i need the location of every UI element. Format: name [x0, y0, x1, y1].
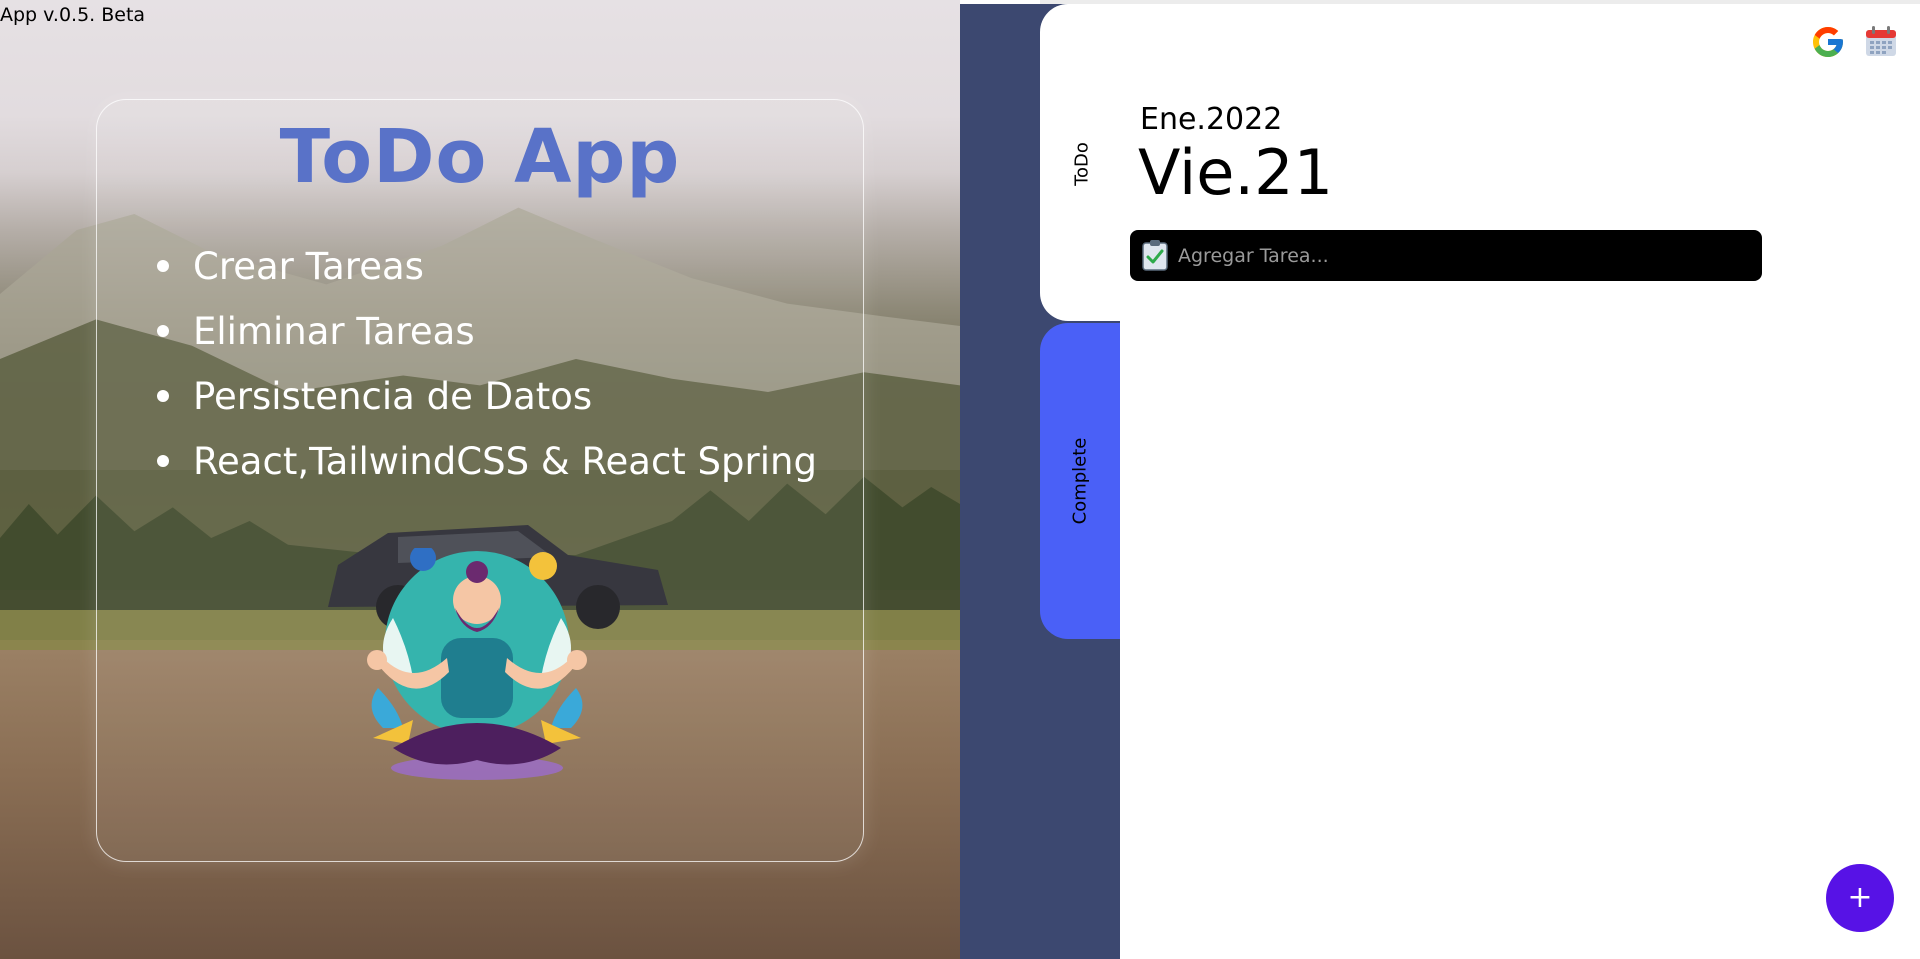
bullet-icon	[157, 325, 169, 337]
feature-list-item: Crear Tareas	[157, 234, 817, 299]
clipboard-check-icon	[1142, 240, 1168, 271]
feature-label: React,TailwindCSS & React Spring	[193, 440, 817, 483]
tab-complete-label: Complete	[1069, 437, 1091, 525]
hero-title: ToDo App	[279, 114, 681, 200]
bullet-icon	[157, 455, 169, 467]
feature-label: Crear Tareas	[193, 245, 424, 288]
hero-card: ToDo App Crear Tareas Eliminar Tareas Pe…	[96, 99, 864, 862]
add-task-button[interactable]: +	[1826, 864, 1894, 932]
feature-list-item: Eliminar Tareas	[157, 299, 817, 364]
feature-label: Eliminar Tareas	[193, 310, 475, 353]
bullet-icon	[157, 390, 169, 402]
date-month-year: Ene.2022	[1140, 102, 1283, 137]
feature-list-item: Persistencia de Datos	[157, 364, 817, 429]
feature-label: Persistencia de Datos	[193, 375, 593, 418]
task-input-bar	[1130, 230, 1762, 281]
bullet-icon	[157, 260, 169, 272]
app-version-label: App v.0.5. Beta	[0, 4, 146, 26]
tab-complete[interactable]: Complete	[1040, 323, 1120, 639]
google-icon[interactable]	[1810, 24, 1846, 60]
meditation-illustration	[367, 548, 587, 780]
feature-list: Crear Tareas Eliminar Tareas Persistenci…	[157, 234, 817, 494]
task-input[interactable]	[1178, 230, 1748, 281]
tab-todo[interactable]: ToDo	[1040, 4, 1123, 321]
tab-todo-label: ToDo	[1071, 142, 1092, 186]
feature-list-item: React,TailwindCSS & React Spring	[157, 429, 817, 494]
calendar-icon[interactable]	[1864, 24, 1898, 58]
date-day: Vie.21	[1138, 136, 1334, 209]
